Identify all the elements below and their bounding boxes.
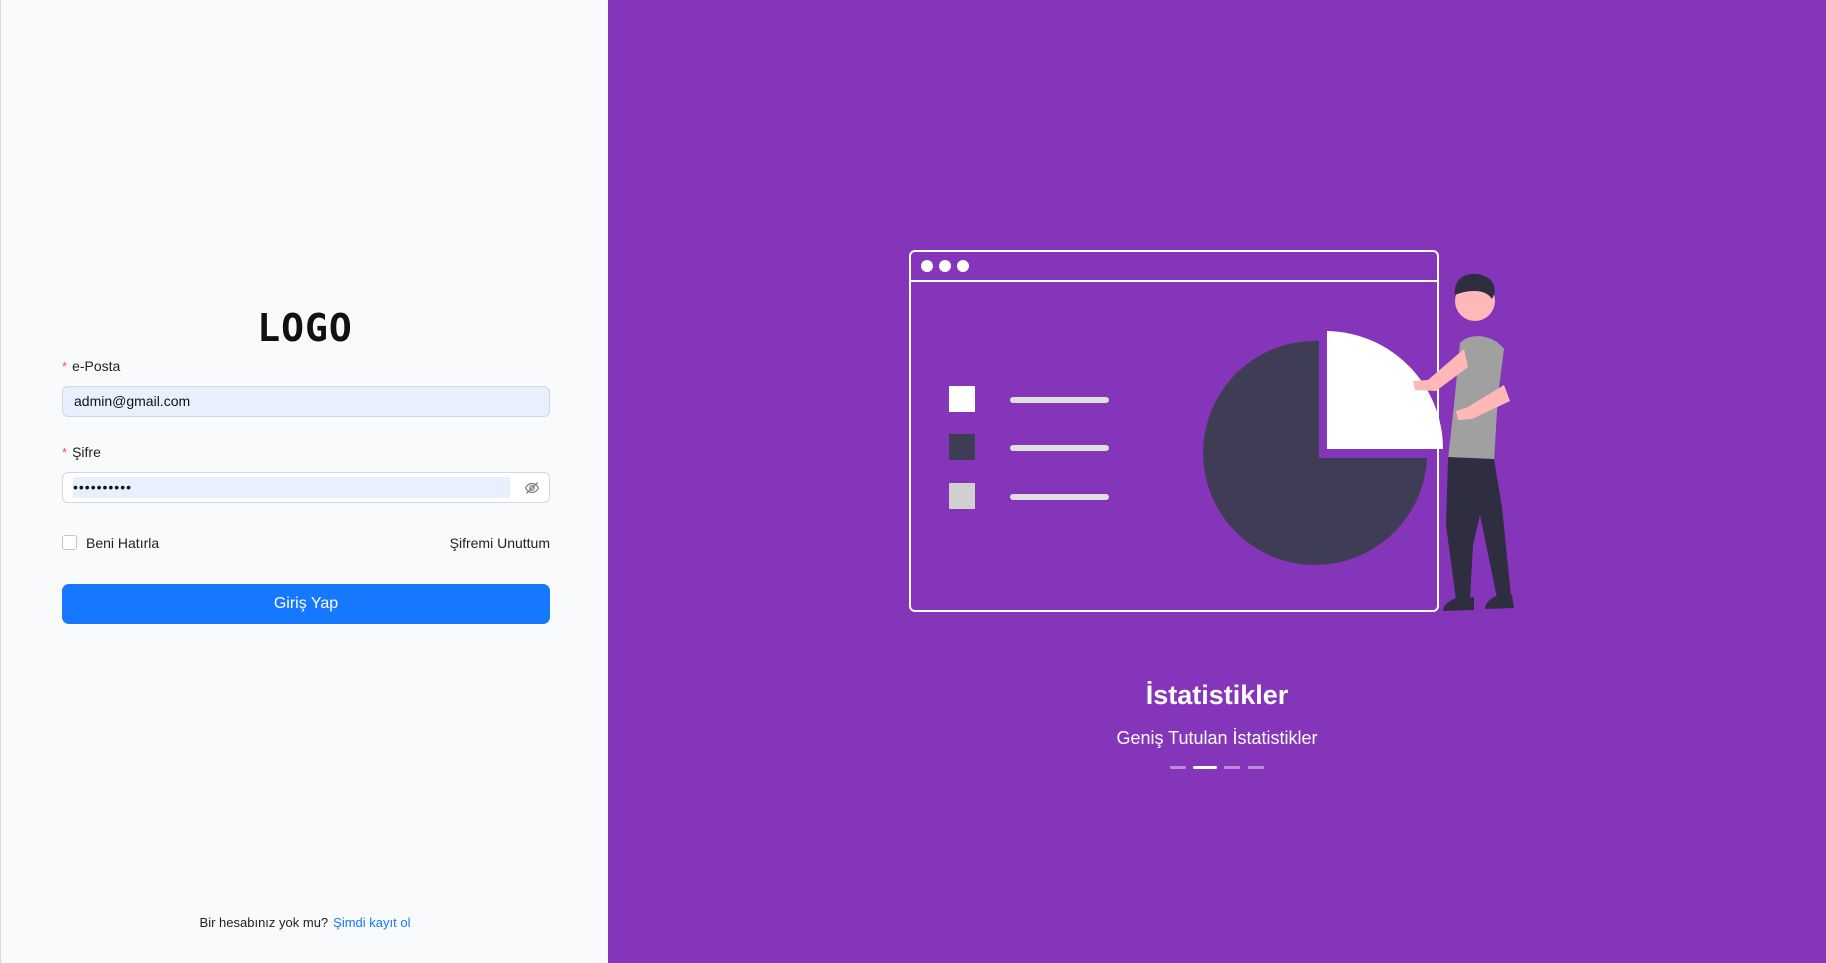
carousel-title: İstatistikler [1145, 680, 1289, 710]
remember-label[interactable]: Beni Hatırla [86, 535, 159, 551]
signup-link[interactable]: Şimdi kayıt ol [333, 915, 410, 930]
carousel-dot[interactable] [1248, 766, 1264, 769]
forgot-password-link[interactable]: Şifremi Unuttum [450, 535, 550, 551]
remember-checkbox[interactable] [62, 535, 77, 550]
required-mark: * [62, 359, 68, 374]
email-field[interactable]: admin@gmail.com [62, 386, 550, 417]
password-label-text: Şifre [72, 444, 101, 460]
login-button[interactable]: Giriş Yap [62, 584, 550, 624]
eye-off-icon[interactable] [524, 480, 540, 496]
statistics-illustration [909, 250, 1514, 612]
carousel-dot[interactable] [1193, 766, 1217, 769]
password-label: * Şifre [62, 444, 101, 460]
email-label: * e-Posta [62, 358, 120, 374]
email-value: admin@gmail.com [74, 393, 191, 409]
password-field[interactable]: •••••••••• [62, 472, 550, 503]
password-value: •••••••••• [73, 477, 510, 498]
required-mark: * [62, 445, 68, 460]
carousel-dot[interactable] [1170, 766, 1186, 769]
signup-row: Bir hesabınız yok mu? Şimdi kayıt ol [1, 915, 609, 930]
email-label-text: e-Posta [72, 358, 121, 374]
carousel-dot[interactable] [1224, 766, 1240, 769]
options-row: Beni Hatırla Şifremi Unuttum [62, 535, 550, 553]
logo: LOGO [257, 306, 353, 350]
carousel-subtitle: Geniş Tutulan İstatistikler [1116, 728, 1318, 748]
login-panel: LOGO * e-Posta admin@gmail.com * Şifre •••… [0, 0, 608, 963]
carousel-panel: İstatistikler Geniş Tutulan İstatistikle… [608, 0, 1826, 963]
signup-prompt: Bir hesabınız yok mu? [199, 915, 329, 930]
